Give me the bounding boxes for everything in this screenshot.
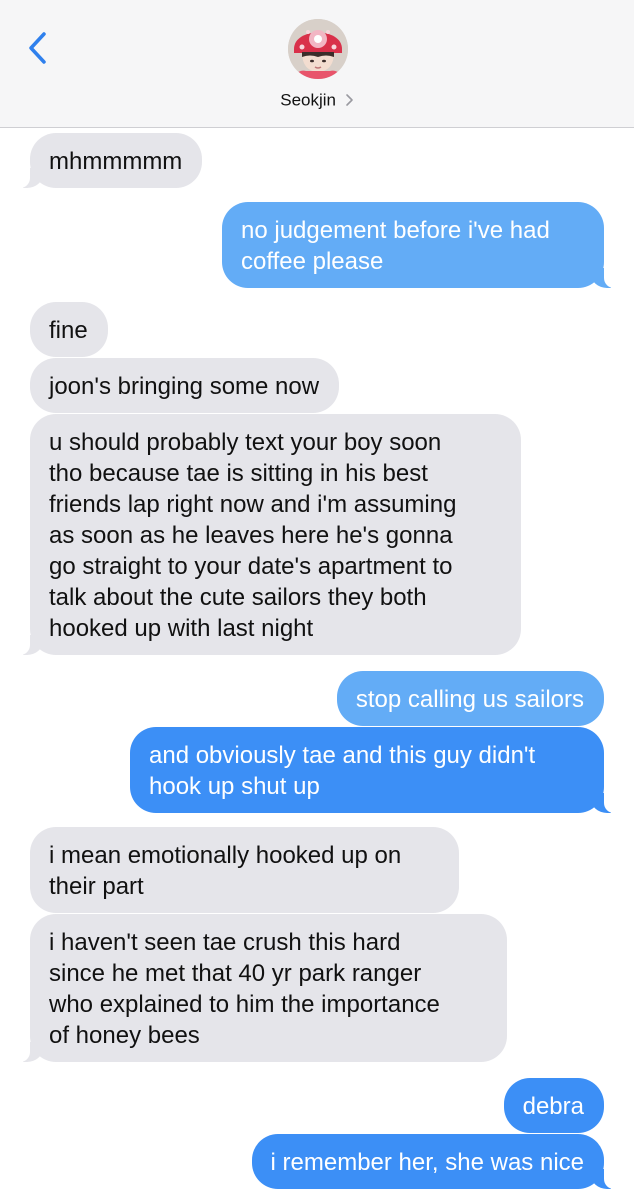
- message-bubble-incoming[interactable]: fine: [30, 302, 108, 357]
- contact-name: Seokjin: [280, 90, 337, 110]
- message-text: no judgement before i've had coffee plea…: [241, 217, 550, 275]
- chevron-right-icon: [345, 93, 353, 106]
- message-text: debra: [522, 1093, 584, 1120]
- message-text: i remember her, she was nice: [270, 1149, 584, 1176]
- contact-avatar[interactable]: [288, 19, 348, 79]
- chevron-left-icon: [29, 32, 46, 64]
- back-button[interactable]: [20, 26, 56, 70]
- message-text: stop calling us sailors: [355, 686, 584, 713]
- message-text: u should probably text your boy soon tho…: [49, 429, 457, 642]
- message-bubble-outgoing[interactable]: no judgement before i've had coffee plea…: [222, 202, 630, 288]
- message-bubble-incoming[interactable]: i mean emotionally hooked up on their pa…: [30, 827, 459, 913]
- message-text: joon's bringing some now: [49, 373, 320, 400]
- contact-name-button[interactable]: Seokjin: [0, 90, 634, 111]
- message-bubble-outgoing[interactable]: i remember her, she was nice: [251, 1134, 631, 1189]
- message-text: i haven't seen tae crush this hard since…: [49, 929, 440, 1049]
- message-bubble-outgoing[interactable]: stop calling us sailors: [336, 671, 604, 726]
- message-bubble-outgoing[interactable]: and obviously tae and this guy didn't ho…: [130, 727, 630, 813]
- message-bubble-incoming[interactable]: i haven't seen tae crush this hard since…: [4, 914, 507, 1062]
- message-bubble-incoming[interactable]: mhmmmmm: [3, 133, 203, 188]
- message-text: and obviously tae and this guy didn't ho…: [149, 742, 536, 800]
- message-text: fine: [49, 317, 88, 344]
- message-bubble-outgoing[interactable]: debra: [503, 1078, 604, 1133]
- message-text: i mean emotionally hooked up on their pa…: [49, 842, 402, 900]
- message-text: mhmmmmm: [49, 148, 183, 175]
- message-bubble-incoming[interactable]: joon's bringing some now: [30, 358, 340, 413]
- message-bubble-incoming[interactable]: u should probably text your boy soon tho…: [4, 414, 521, 655]
- conversation-header: Seokjin: [0, 0, 634, 128]
